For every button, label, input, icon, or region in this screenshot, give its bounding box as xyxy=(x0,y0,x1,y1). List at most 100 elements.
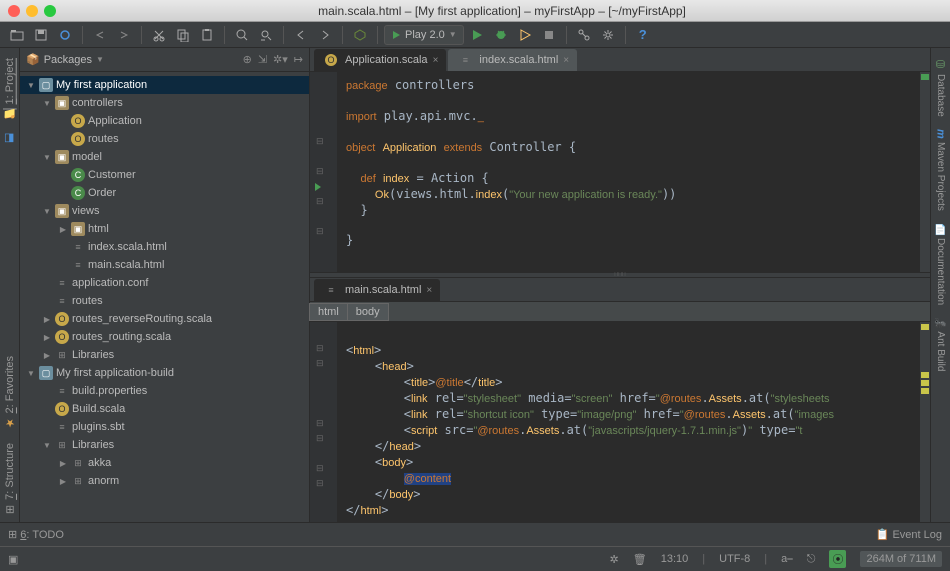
sync-button[interactable] xyxy=(54,24,76,46)
titlebar: main.scala.html – [My first application]… xyxy=(0,0,950,22)
build-button[interactable] xyxy=(349,24,371,46)
help-button[interactable]: ? xyxy=(632,24,654,46)
settings-button[interactable] xyxy=(597,24,619,46)
window-zoom-button[interactable] xyxy=(44,5,56,17)
bottom-tool-bar: ⊞ 6: TODO 📋 Event Log xyxy=(0,522,950,546)
packages-icon: 📦 xyxy=(26,53,40,66)
error-stripe xyxy=(920,322,930,522)
editor-tab[interactable]: ≡index.scala.html× xyxy=(448,49,577,71)
project-sidebar: 📦 Packages ▼ ⊕ ⇲ ✲▾ ↦ ▼▢My first applica… xyxy=(20,48,310,522)
sidebar-scroll-target-icon[interactable]: ⊕ xyxy=(243,53,252,66)
tree-node[interactable]: ≡plugins.sbt xyxy=(20,418,309,436)
tree-node[interactable]: Oroutes xyxy=(20,130,309,148)
bg-tasks-icon[interactable]: ✲ xyxy=(610,553,619,566)
project-tree[interactable]: ▼▢My first application▼▣controllersOAppl… xyxy=(20,72,309,522)
tree-node[interactable]: ▼▣views xyxy=(20,202,309,220)
copy-button[interactable] xyxy=(172,24,194,46)
back-button[interactable] xyxy=(290,24,312,46)
window-close-button[interactable] xyxy=(8,5,20,17)
rail-maven[interactable]: m Maven Projects xyxy=(933,123,949,217)
editor-tab[interactable]: ≡main.scala.html× xyxy=(314,279,440,301)
tree-node[interactable]: ▼▢My first application-build xyxy=(20,364,309,382)
tree-node[interactable]: OApplication xyxy=(20,112,309,130)
rail-jetgradle[interactable]: ◧ xyxy=(2,128,16,149)
tree-node[interactable]: ▼⊞Libraries xyxy=(20,436,309,454)
error-stripe xyxy=(920,72,930,272)
tree-node[interactable]: ≡build.properties xyxy=(20,382,309,400)
rail-structure[interactable]: ⊞7: Structure xyxy=(2,437,18,522)
tree-node[interactable]: ▶⊞akka xyxy=(20,454,309,472)
git-icon[interactable]: ⎋ xyxy=(807,553,816,566)
breadcrumbs: html body xyxy=(310,302,930,322)
trash-icon[interactable]: 🗑 xyxy=(633,553,647,566)
replace-button[interactable] xyxy=(255,24,277,46)
tree-node[interactable]: ▼▣model xyxy=(20,148,309,166)
tree-node[interactable]: ≡main.scala.html xyxy=(20,256,309,274)
sidebar-header: 📦 Packages ▼ ⊕ ⇲ ✲▾ ↦ xyxy=(20,48,309,72)
forward-button[interactable] xyxy=(314,24,336,46)
coverage-button[interactable] xyxy=(514,24,536,46)
run-line-marker-icon[interactable] xyxy=(314,183,322,191)
main-area: 📁1: Project ◧ ★2: Favorites ⊞7: Structur… xyxy=(0,48,950,522)
editor-top[interactable]: ⊟ ⊟ ⊟ ⊟ package controllers import play.… xyxy=(310,72,930,272)
sidebar-settings-icon[interactable]: ✲▾ xyxy=(273,53,288,66)
memory-indicator[interactable]: 264M of 711M xyxy=(860,551,942,567)
left-tool-rail: 📁1: Project ◧ ★2: Favorites ⊞7: Structur… xyxy=(0,48,20,522)
rail-favorites[interactable]: ★2: Favorites xyxy=(2,350,18,435)
editor-bottom[interactable]: ⊟ ⊟ ⊟ ⊟ ⊟ ⊟ <html> <head> <title>@title<… xyxy=(310,322,930,522)
debug-button[interactable] xyxy=(490,24,512,46)
tree-node[interactable]: OBuild.scala xyxy=(20,400,309,418)
encoding[interactable]: UTF-8 xyxy=(719,553,750,565)
sidebar-collapse-icon[interactable]: ⇲ xyxy=(258,53,267,66)
code-area-bottom[interactable]: <html> <head> <title>@title</title> <lin… xyxy=(338,322,918,522)
caret-position[interactable]: 13:10 xyxy=(661,553,689,565)
editor-tab[interactable]: OApplication.scala× xyxy=(314,49,446,71)
tree-node[interactable]: ▶⊞anorm xyxy=(20,472,309,490)
undo-button[interactable] xyxy=(89,24,111,46)
tree-node[interactable]: CCustomer xyxy=(20,166,309,184)
save-all-button[interactable] xyxy=(30,24,52,46)
todo-button[interactable]: ⊞ 6: TODO xyxy=(8,528,64,541)
editor-tabs-top: OApplication.scala×≡index.scala.html× xyxy=(310,48,930,72)
event-log-button[interactable]: 📋 Event Log xyxy=(876,528,942,541)
rail-documentation[interactable]: 📄 Documentation xyxy=(933,217,948,311)
code-area-top[interactable]: package controllers import play.api.mvc.… xyxy=(338,72,918,272)
run-button[interactable] xyxy=(466,24,488,46)
rail-project[interactable]: 📁1: Project xyxy=(1,52,19,126)
tree-node[interactable]: ▶Oroutes_reverseRouting.scala xyxy=(20,310,309,328)
close-tab-icon[interactable]: × xyxy=(563,55,569,66)
rail-ant[interactable]: 🐜 Ant Build xyxy=(933,311,948,377)
inspection-icon[interactable]: ⦿ xyxy=(829,550,846,568)
tree-node[interactable]: ▶Oroutes_routing.scala xyxy=(20,328,309,346)
tree-node[interactable]: ▶▣html xyxy=(20,220,309,238)
main-toolbar: Play 2.0 ▼ ? xyxy=(0,22,950,48)
redo-button[interactable] xyxy=(113,24,135,46)
crumb-html[interactable]: html xyxy=(309,303,348,321)
run-config-selector[interactable]: Play 2.0 ▼ xyxy=(384,25,464,45)
stop-button[interactable] xyxy=(538,24,560,46)
vcs-button[interactable] xyxy=(573,24,595,46)
tree-node[interactable]: ≡routes xyxy=(20,292,309,310)
tool-windows-toggle[interactable]: ▣ xyxy=(8,553,18,566)
gutter: ⊟ ⊟ ⊟ ⊟ xyxy=(310,72,338,272)
close-tab-icon[interactable]: × xyxy=(433,55,439,66)
window-minimize-button[interactable] xyxy=(26,5,38,17)
crumb-body[interactable]: body xyxy=(347,303,389,321)
gutter: ⊟ ⊟ ⊟ ⊟ ⊟ ⊟ xyxy=(310,322,338,522)
tree-node[interactable]: COrder xyxy=(20,184,309,202)
paste-button[interactable] xyxy=(196,24,218,46)
tree-node[interactable]: ≡application.conf xyxy=(20,274,309,292)
find-button[interactable] xyxy=(231,24,253,46)
tree-node[interactable]: ▼▢My first application xyxy=(20,76,309,94)
sidebar-hide-icon[interactable]: ↦ xyxy=(294,53,303,66)
window-title: main.scala.html – [My first application]… xyxy=(62,4,942,18)
rail-database[interactable]: ⛁ Database xyxy=(932,52,949,123)
tree-node[interactable]: ▶⊞Libraries xyxy=(20,346,309,364)
tree-node[interactable]: ▼▣controllers xyxy=(20,94,309,112)
close-tab-icon[interactable]: × xyxy=(426,285,432,296)
cut-button[interactable] xyxy=(148,24,170,46)
sidebar-title: Packages xyxy=(44,54,92,66)
open-button[interactable] xyxy=(6,24,28,46)
insert-mode-icon[interactable]: a⎯ xyxy=(781,553,793,566)
tree-node[interactable]: ≡index.scala.html xyxy=(20,238,309,256)
